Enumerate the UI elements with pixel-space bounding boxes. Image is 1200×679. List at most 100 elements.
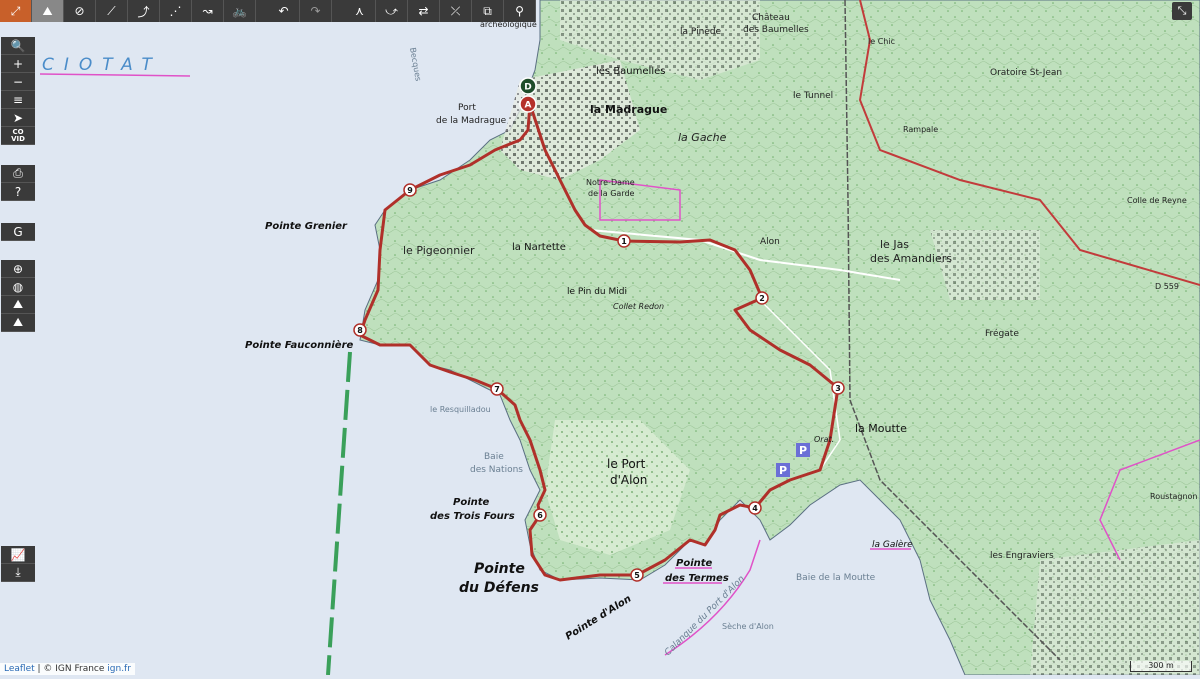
undo-button[interactable]: ↶ [268, 0, 300, 22]
label-le-tunnel: le Tunnel [793, 91, 833, 101]
zoom-in-button[interactable]: + [1, 55, 35, 73]
parking-marker-2: P [796, 443, 810, 457]
label-port-madrague-1: Port [458, 103, 476, 113]
label-port-madrague-2: de la Madrague [436, 116, 507, 126]
draw-segment-button[interactable]: ⤴ [128, 0, 160, 22]
terrain-button[interactable]: ⛰ [1, 314, 35, 332]
download-button[interactable]: ⤓ [1, 564, 35, 582]
center-button[interactable]: ⊕ [1, 260, 35, 278]
add-point-button[interactable]: ⋰ [160, 0, 192, 22]
label-la-galere: la Galère [872, 539, 913, 550]
waypoint-4[interactable]: 4 [748, 501, 762, 515]
topographic-map: P P DA 1 2 3 4 5 6 7 8 9 CIOTAT Pointe Grenier Po… [0, 0, 1200, 676]
no-edit-button[interactable]: ⤫ [440, 0, 472, 22]
label-oratoire: Oratoire St-Jean [990, 68, 1062, 78]
merge-button[interactable]: ⤻ [376, 0, 408, 22]
svg-text:P: P [799, 444, 807, 457]
marker-button[interactable]: ⚲ [504, 0, 536, 22]
help-button[interactable]: ? [1, 183, 35, 201]
label-le-port-1: le Port [607, 457, 646, 471]
waypoint-8[interactable]: 8 [353, 323, 367, 337]
svg-text:2: 2 [759, 294, 765, 303]
label-les-baumelles: les Baumelles [596, 66, 665, 77]
waypoint-a[interactable]: A [519, 95, 537, 113]
covid-button[interactable]: CO VID [1, 127, 35, 145]
label-termes-2: des Termes [665, 573, 729, 584]
label-rustagnon: Roustagnon [1150, 492, 1197, 501]
svg-text:7: 7 [494, 385, 500, 394]
label-le-port-2: d'Alon [610, 473, 647, 487]
label-alon: Alon [760, 237, 780, 247]
label-ciotat: CIOTAT [42, 55, 162, 75]
waypoint-d[interactable]: D [519, 77, 537, 95]
ign-link[interactable]: ign.fr [107, 664, 131, 674]
profile-chart-button[interactable]: 📈 [1, 546, 35, 564]
label-le-pin-du-midi: le Pin du Midi [567, 287, 627, 297]
copy-button[interactable]: ⧉ [472, 0, 504, 22]
label-trois-fours-2: des Trois Fours [430, 511, 515, 522]
label-les-engraviers: les Engraviers [990, 551, 1054, 561]
hide-route-button[interactable]: ⊘ [64, 0, 96, 22]
search-button[interactable]: 🔍 [1, 37, 35, 55]
label-la-madrague: la Madrague [590, 103, 667, 116]
zoom-out-button[interactable]: − [1, 73, 35, 91]
waypoint-2[interactable]: 2 [755, 291, 769, 305]
fullscreen-toggle-button[interactable]: ⤡ [1172, 2, 1192, 20]
label-la-moutte: la Moutte [855, 422, 907, 435]
google-button[interactable]: G [1, 223, 35, 241]
redo-button[interactable]: ↷ [300, 0, 332, 22]
elevation-button[interactable]: ⛰ [1, 296, 35, 314]
label-trois-fours-1: Pointe [453, 497, 490, 508]
svg-text:3: 3 [835, 384, 841, 393]
layers-button[interactable]: ≡ [1, 91, 35, 109]
label-colle-reyne: Colle de Reyne [1127, 196, 1187, 205]
label-d559: D 559 [1155, 282, 1179, 291]
sidebar-group-export: 📈 ⤓ [1, 546, 35, 582]
label-le-pigeonnier: le Pigeonnier [403, 244, 475, 257]
label-la-gache: la Gache [678, 131, 727, 144]
waypoint-1[interactable]: 1 [617, 234, 631, 248]
fullscreen-icon: ⤡ [1177, 4, 1187, 17]
map-canvas[interactable]: P P DA 1 2 3 4 5 6 7 8 9 CIOTAT Pointe Grenier Po… [0, 0, 1200, 676]
parking-marker-1: P [776, 463, 790, 477]
split-button[interactable]: ⋏ [344, 0, 376, 22]
print-button[interactable]: ⎙ [1, 165, 35, 183]
label-defens-2: du Défens [459, 580, 539, 596]
fullscreen-map-button[interactable]: ⤢ [0, 0, 32, 22]
reverse-button[interactable]: ⇄ [408, 0, 440, 22]
label-la-nartette: la Nartette [512, 242, 566, 253]
label-le-jas-2: des Amandiers [870, 252, 952, 265]
label-le-resquilladou: le Resquilladou [430, 405, 491, 414]
label-baie-nations-2: des Nations [470, 465, 523, 475]
waypoint-3[interactable]: 3 [831, 381, 845, 395]
waypoint-9[interactable]: 9 [403, 183, 417, 197]
draw-line-button[interactable]: ⟋ [96, 0, 128, 22]
svg-text:8: 8 [357, 326, 363, 335]
label-collet-redon: Collet Redon [613, 302, 664, 311]
globe-button[interactable]: ◍ [1, 278, 35, 296]
label-fregate: Frégate [985, 328, 1019, 339]
waypoint-6[interactable]: 6 [533, 508, 547, 522]
label-le-chic: le Chic [868, 37, 895, 46]
label-rampale: Rampale [903, 125, 938, 134]
label-seche: Sèche d'Alon [722, 621, 774, 631]
bike-button[interactable]: 🚲 [224, 0, 256, 22]
waypoint-5[interactable]: 5 [630, 568, 644, 582]
waypoint-7[interactable]: 7 [490, 382, 504, 396]
label-chateau-1: Château [752, 13, 790, 23]
svg-text:D: D [524, 83, 531, 93]
label-notre-dame-2: de la Garde [588, 189, 635, 198]
label-baie-nations-1: Baie [484, 452, 504, 462]
label-la-pinede: la Pinède [680, 26, 722, 37]
label-notre-dame-1: Notre-Dame [586, 178, 635, 187]
label-chateau-2: des Baumelles [743, 25, 809, 35]
attribution: Leaflet | © IGN France ign.fr [0, 663, 135, 675]
leaflet-link[interactable]: Leaflet [4, 664, 35, 674]
top-toolbar: ⤢ ⛰ ⊘ ⟋ ⤴ ⋰ ↝ 🚲 ↶ ↷ ⋏ ⤻ ⇄ ⤫ ⧉ ⚲ [0, 0, 536, 22]
hiker-button[interactable]: ⛰ [32, 0, 64, 22]
locate-button[interactable]: ➤ [1, 109, 35, 127]
route-edit-button[interactable]: ↝ [192, 0, 224, 22]
svg-text:5: 5 [634, 571, 640, 580]
